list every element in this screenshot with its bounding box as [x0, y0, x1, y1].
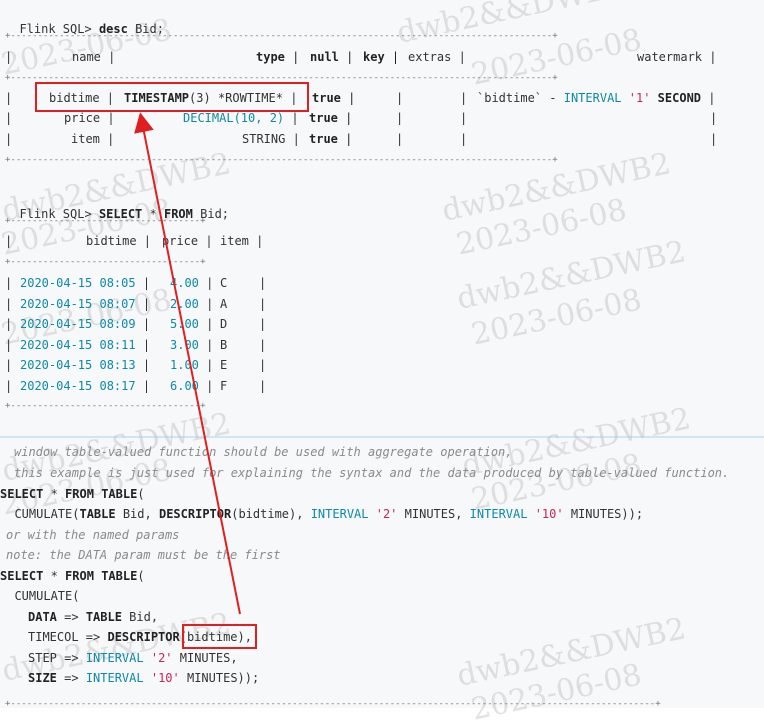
annotation-arrow — [134, 112, 241, 615]
